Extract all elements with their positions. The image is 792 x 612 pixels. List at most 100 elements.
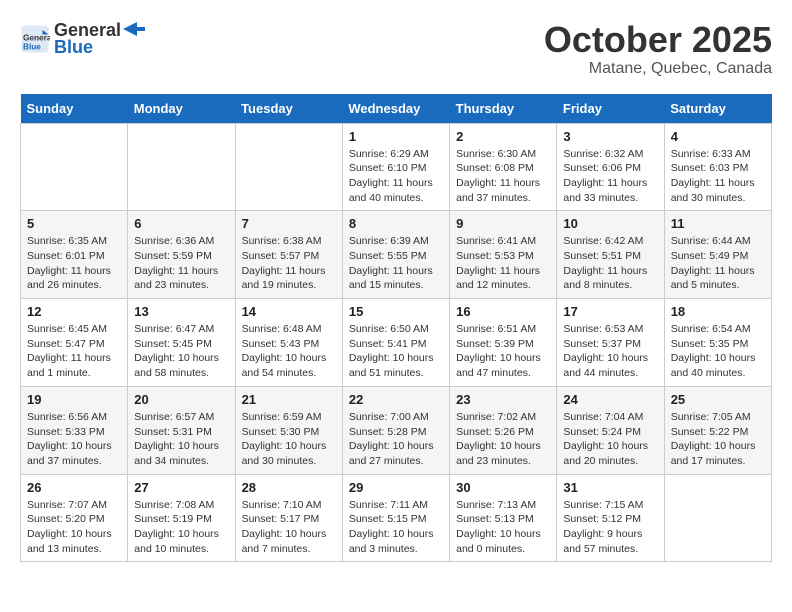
day-info: Sunrise: 7:04 AM Sunset: 5:24 PM Dayligh… [563,410,657,469]
day-info: Sunrise: 6:54 AM Sunset: 5:35 PM Dayligh… [671,322,765,381]
day-info: Sunrise: 7:05 AM Sunset: 5:22 PM Dayligh… [671,410,765,469]
day-info: Sunrise: 6:53 AM Sunset: 5:37 PM Dayligh… [563,322,657,381]
day-info: Sunrise: 7:00 AM Sunset: 5:28 PM Dayligh… [349,410,443,469]
day-info: Sunrise: 7:11 AM Sunset: 5:15 PM Dayligh… [349,498,443,557]
calendar-day-cell: 30 Sunrise: 7:13 AM Sunset: 5:13 PM Dayli… [450,474,557,562]
day-info: Sunrise: 6:45 AM Sunset: 5:47 PM Dayligh… [27,322,121,381]
day-number: 7 [242,216,336,231]
day-info: Sunrise: 7:15 AM Sunset: 5:12 PM Dayligh… [563,498,657,557]
header: General Blue General Blue October 2025 M… [20,20,772,78]
calendar-table: SundayMondayTuesdayWednesdayThursdayFrid… [20,94,772,563]
calendar-day-cell [664,474,771,562]
day-number: 14 [242,304,336,319]
title-area: October 2025 Matane, Quebec, Canada [544,20,772,78]
calendar-day-cell: 11 Sunrise: 6:44 AM Sunset: 5:49 PM Dayli… [664,211,771,299]
day-info: Sunrise: 6:32 AM Sunset: 6:06 PM Dayligh… [563,147,657,206]
calendar-day-cell: 8Sunrise: 6:39 AM Sunset: 5:55 PM Daylig… [342,211,449,299]
day-info: Sunrise: 6:59 AM Sunset: 5:30 PM Dayligh… [242,410,336,469]
calendar-day-cell: 15 Sunrise: 6:50 AM Sunset: 5:41 PM Dayli… [342,299,449,387]
calendar-day-cell: 22 Sunrise: 7:00 AM Sunset: 5:28 PM Dayli… [342,386,449,474]
day-info: Sunrise: 6:29 AM Sunset: 6:10 PM Dayligh… [349,147,443,206]
svg-text:Blue: Blue [23,43,41,52]
calendar-day-cell: 1 Sunrise: 6:29 AM Sunset: 6:10 PM Daylig… [342,123,449,211]
calendar-day-cell: 18Sunrise: 6:54 AM Sunset: 5:35 PM Dayli… [664,299,771,387]
day-info: Sunrise: 6:41 AM Sunset: 5:53 PM Dayligh… [456,234,550,293]
calendar-day-cell [21,123,128,211]
calendar-day-cell [235,123,342,211]
calendar-day-cell: 9 Sunrise: 6:41 AM Sunset: 5:53 PM Daylig… [450,211,557,299]
logo-icon: General Blue [20,24,50,54]
day-info: Sunrise: 6:48 AM Sunset: 5:43 PM Dayligh… [242,322,336,381]
day-info: Sunrise: 6:38 AM Sunset: 5:57 PM Dayligh… [242,234,336,293]
calendar-week-row: 19 Sunrise: 6:56 AM Sunset: 5:33 PM Dayli… [21,386,772,474]
calendar-day-cell: 20Sunrise: 6:57 AM Sunset: 5:31 PM Dayli… [128,386,235,474]
calendar-day-cell: 28 Sunrise: 7:10 AM Sunset: 5:17 PM Dayli… [235,474,342,562]
day-number: 28 [242,480,336,495]
calendar-day-cell: 24Sunrise: 7:04 AM Sunset: 5:24 PM Dayli… [557,386,664,474]
calendar-day-cell: 17 Sunrise: 6:53 AM Sunset: 5:37 PM Dayli… [557,299,664,387]
day-info: Sunrise: 6:44 AM Sunset: 5:49 PM Dayligh… [671,234,765,293]
day-number: 22 [349,392,443,407]
logo: General Blue General Blue [20,20,145,58]
day-number: 20 [134,392,228,407]
day-number: 12 [27,304,121,319]
calendar-day-cell: 25Sunrise: 7:05 AM Sunset: 5:22 PM Dayli… [664,386,771,474]
location-subtitle: Matane, Quebec, Canada [544,60,772,78]
day-number: 15 [349,304,443,319]
day-of-week-header: Wednesday [342,94,449,124]
day-info: Sunrise: 6:47 AM Sunset: 5:45 PM Dayligh… [134,322,228,381]
calendar-week-row: 5 Sunrise: 6:35 AM Sunset: 6:01 PM Daylig… [21,211,772,299]
day-of-week-header: Thursday [450,94,557,124]
svg-text:General: General [23,34,50,43]
day-info: Sunrise: 6:51 AM Sunset: 5:39 PM Dayligh… [456,322,550,381]
day-info: Sunrise: 6:36 AM Sunset: 5:59 PM Dayligh… [134,234,228,293]
calendar-day-cell: 13Sunrise: 6:47 AM Sunset: 5:45 PM Dayli… [128,299,235,387]
day-number: 3 [563,129,657,144]
day-number: 11 [671,216,765,231]
day-number: 9 [456,216,550,231]
day-number: 31 [563,480,657,495]
day-number: 10 [563,216,657,231]
calendar-day-cell: 31 Sunrise: 7:15 AM Sunset: 5:12 PM Dayli… [557,474,664,562]
day-info: Sunrise: 6:50 AM Sunset: 5:41 PM Dayligh… [349,322,443,381]
calendar-day-cell: 7 Sunrise: 6:38 AM Sunset: 5:57 PM Daylig… [235,211,342,299]
day-number: 30 [456,480,550,495]
day-info: Sunrise: 6:35 AM Sunset: 6:01 PM Dayligh… [27,234,121,293]
day-info: Sunrise: 7:08 AM Sunset: 5:19 PM Dayligh… [134,498,228,557]
calendar-day-cell: 4 Sunrise: 6:33 AM Sunset: 6:03 PM Daylig… [664,123,771,211]
calendar-day-cell: 19 Sunrise: 6:56 AM Sunset: 5:33 PM Dayli… [21,386,128,474]
day-number: 2 [456,129,550,144]
day-number: 19 [27,392,121,407]
calendar-day-cell: 27 Sunrise: 7:08 AM Sunset: 5:19 PM Dayli… [128,474,235,562]
day-number: 1 [349,129,443,144]
day-number: 27 [134,480,228,495]
calendar-day-cell: 10Sunrise: 6:42 AM Sunset: 5:51 PM Dayli… [557,211,664,299]
calendar-day-cell [128,123,235,211]
calendar-day-cell: 5 Sunrise: 6:35 AM Sunset: 6:01 PM Daylig… [21,211,128,299]
day-number: 23 [456,392,550,407]
day-of-week-header: Friday [557,94,664,124]
day-number: 21 [242,392,336,407]
calendar-day-cell: 12 Sunrise: 6:45 AM Sunset: 5:47 PM Dayli… [21,299,128,387]
day-info: Sunrise: 6:33 AM Sunset: 6:03 PM Dayligh… [671,147,765,206]
day-info: Sunrise: 7:13 AM Sunset: 5:13 PM Dayligh… [456,498,550,557]
day-info: Sunrise: 6:56 AM Sunset: 5:33 PM Dayligh… [27,410,121,469]
day-number: 26 [27,480,121,495]
calendar-day-cell: 3 Sunrise: 6:32 AM Sunset: 6:06 PM Daylig… [557,123,664,211]
day-number: 6 [134,216,228,231]
day-number: 16 [456,304,550,319]
day-of-week-header: Monday [128,94,235,124]
calendar-day-cell: 14 Sunrise: 6:48 AM Sunset: 5:43 PM Dayli… [235,299,342,387]
day-number: 4 [671,129,765,144]
calendar-day-cell: 2Sunrise: 6:30 AM Sunset: 6:08 PM Daylig… [450,123,557,211]
day-of-week-header: Tuesday [235,94,342,124]
day-number: 5 [27,216,121,231]
month-title: October 2025 [544,20,772,60]
calendar-week-row: 12 Sunrise: 6:45 AM Sunset: 5:47 PM Dayli… [21,299,772,387]
calendar-week-row: 1 Sunrise: 6:29 AM Sunset: 6:10 PM Daylig… [21,123,772,211]
day-info: Sunrise: 6:39 AM Sunset: 5:55 PM Dayligh… [349,234,443,293]
day-number: 17 [563,304,657,319]
day-info: Sunrise: 7:10 AM Sunset: 5:17 PM Dayligh… [242,498,336,557]
day-info: Sunrise: 7:02 AM Sunset: 5:26 PM Dayligh… [456,410,550,469]
calendar-day-cell: 6 Sunrise: 6:36 AM Sunset: 5:59 PM Daylig… [128,211,235,299]
